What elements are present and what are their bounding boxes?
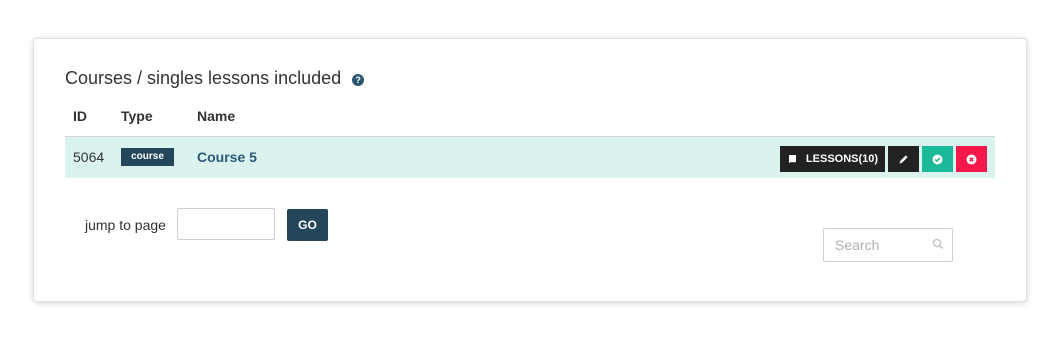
row-actions: LESSONS(10) xyxy=(780,146,987,172)
book-icon xyxy=(788,154,796,163)
column-header-id: ID xyxy=(73,108,87,124)
delete-button[interactable] xyxy=(956,146,987,172)
column-header-name: Name xyxy=(197,108,236,124)
panel-title: Courses / singles lessons included xyxy=(65,68,342,88)
search-icon xyxy=(932,238,944,250)
lessons-button[interactable]: LESSONS(10) xyxy=(780,146,885,172)
edit-button[interactable] xyxy=(888,146,919,172)
lessons-button-label: LESSONS(10) xyxy=(805,153,879,165)
search-input[interactable] xyxy=(835,237,925,253)
pencil-icon xyxy=(899,154,908,163)
jump-to-page-label: jump to page xyxy=(85,217,166,233)
page-number-input[interactable] xyxy=(177,208,275,240)
search-box xyxy=(823,228,953,262)
table-row: 5064 course Course 5 LESSONS(10) xyxy=(65,137,995,178)
go-button[interactable]: GO xyxy=(287,209,328,241)
course-name-link[interactable]: Course 5 xyxy=(197,149,257,165)
courses-panel: Courses / singles lessons included ? ID … xyxy=(33,38,1027,302)
question-circle-icon[interactable]: ? xyxy=(352,73,365,86)
times-circle-icon xyxy=(966,154,977,164)
panel-title-row: Courses / singles lessons included ? xyxy=(65,68,365,89)
table-header: ID Type Name xyxy=(65,107,995,138)
row-id: 5064 xyxy=(73,149,105,165)
approve-button[interactable] xyxy=(922,146,953,172)
column-header-type: Type xyxy=(121,108,153,124)
check-circle-icon xyxy=(932,154,943,164)
type-badge: course xyxy=(121,148,174,166)
